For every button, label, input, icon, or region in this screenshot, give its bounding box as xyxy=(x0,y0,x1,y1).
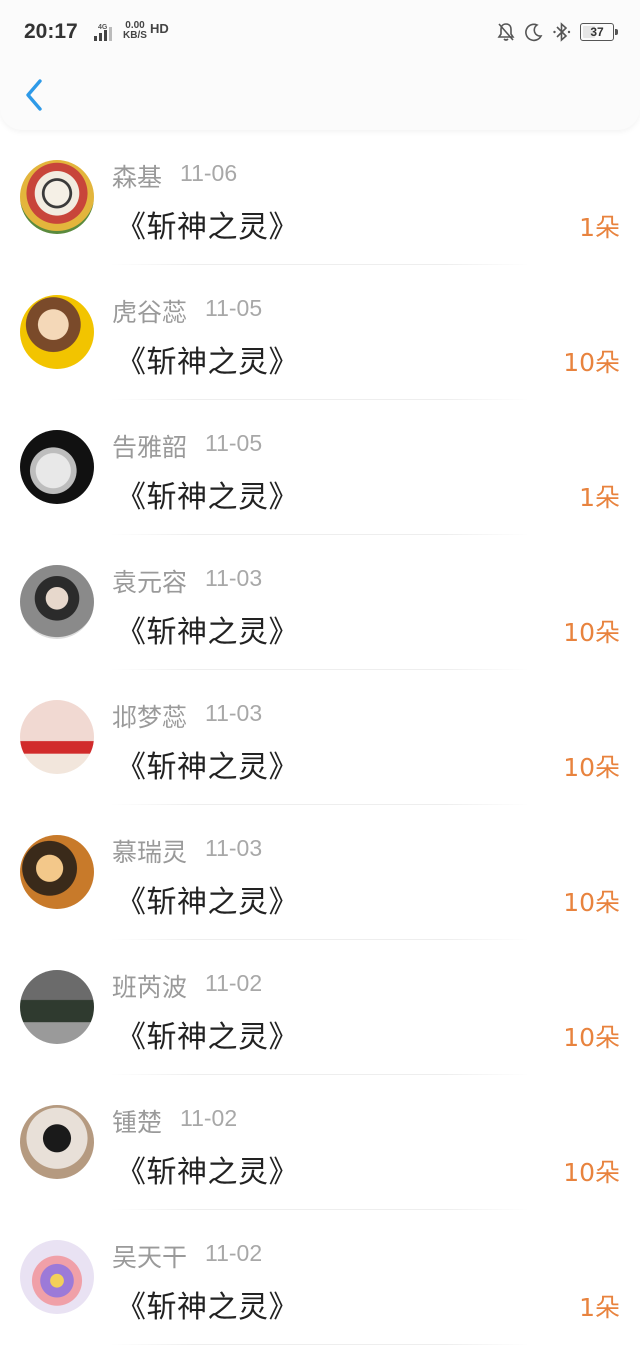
network-type: 4G xyxy=(98,24,108,31)
divider xyxy=(110,1344,530,1345)
back-button[interactable] xyxy=(20,76,50,114)
bluetooth-icon xyxy=(553,22,571,42)
gift-row[interactable]: 班芮波 11-02 《斩神之灵》 10朵 xyxy=(0,940,640,1075)
sender-name: 吴天干 xyxy=(112,1243,188,1272)
net-speed-unit: KB/S xyxy=(123,30,147,41)
sender-name: 虎谷蕊 xyxy=(112,298,188,327)
book-title: 《斩神之灵》 xyxy=(116,1020,299,1055)
gift-amount: 10朵 xyxy=(563,618,620,647)
gift-amount: 10朵 xyxy=(563,1023,620,1052)
gift-row[interactable]: 邶梦蕊 11-03 《斩神之灵》 10朵 xyxy=(0,670,640,805)
book-title: 《斩神之灵》 xyxy=(116,210,299,245)
gift-row[interactable]: 吴天干 11-02 《斩神之灵》 1朵 xyxy=(0,1210,640,1345)
gift-row[interactable]: 虎谷蕊 11-05 《斩神之灵》 10朵 xyxy=(0,265,640,400)
chevron-left-icon xyxy=(26,79,42,111)
avatar[interactable] xyxy=(20,160,94,234)
book-title: 《斩神之灵》 xyxy=(116,615,299,650)
sender-name: 班芮波 xyxy=(112,973,188,1002)
gift-row[interactable]: 慕瑞灵 11-03 《斩神之灵》 10朵 xyxy=(0,805,640,940)
battery-icon: 37 xyxy=(580,23,618,41)
gift-date: 11-05 xyxy=(205,295,263,321)
gift-row[interactable]: 袁元容 11-03 《斩神之灵》 10朵 xyxy=(0,535,640,670)
avatar[interactable] xyxy=(20,970,94,1044)
gift-amount: 10朵 xyxy=(563,888,620,917)
avatar[interactable] xyxy=(20,430,94,504)
gift-amount: 10朵 xyxy=(563,753,620,782)
gift-amount: 1朵 xyxy=(579,1293,620,1322)
signal-icon: 4G xyxy=(94,24,112,41)
book-title: 《斩神之灵》 xyxy=(116,480,299,515)
gift-amount: 1朵 xyxy=(579,483,620,512)
gift-date: 11-02 xyxy=(180,1105,238,1131)
sender-name: 慕瑞灵 xyxy=(112,838,188,867)
gift-amount: 10朵 xyxy=(563,1158,620,1187)
sender-name: 锺楚 xyxy=(112,1108,163,1137)
book-title: 《斩神之灵》 xyxy=(116,885,299,920)
avatar[interactable] xyxy=(20,835,94,909)
avatar[interactable] xyxy=(20,565,94,639)
status-icons: 37 xyxy=(496,20,618,44)
gift-row[interactable]: 告雅韶 11-05 《斩神之灵》 1朵 xyxy=(0,400,640,535)
avatar[interactable] xyxy=(20,1105,94,1179)
app-header: 20:17 4G 0.00 KB/S HD 37 xyxy=(0,0,640,130)
battery-level: 37 xyxy=(590,25,604,39)
hd-icon: HD xyxy=(150,21,169,36)
avatar[interactable] xyxy=(20,1240,94,1314)
sender-name: 袁元容 xyxy=(112,568,188,597)
sender-name: 森基 xyxy=(112,163,163,192)
status-bar: 20:17 4G 0.00 KB/S HD 37 xyxy=(0,0,640,64)
gift-row[interactable]: 锺楚 11-02 《斩神之灵》 10朵 xyxy=(0,1075,640,1210)
status-time: 20:17 xyxy=(24,20,78,43)
gift-row[interactable]: 森基 11-06 《斩神之灵》 1朵 xyxy=(0,130,640,265)
gift-date: 11-03 xyxy=(205,835,263,861)
avatar[interactable] xyxy=(20,295,94,369)
book-title: 《斩神之灵》 xyxy=(116,750,299,785)
gift-date: 11-05 xyxy=(205,430,263,456)
sender-name: 邶梦蕊 xyxy=(112,703,188,732)
gift-date: 11-03 xyxy=(205,565,263,591)
book-title: 《斩神之灵》 xyxy=(116,1290,299,1325)
sender-name: 告雅韶 xyxy=(112,433,188,462)
book-title: 《斩神之灵》 xyxy=(116,1155,299,1190)
gift-list: 森基 11-06 《斩神之灵》 1朵 虎谷蕊 11-05 《斩神之灵》 10朵 告雅韶 11-05… xyxy=(0,130,640,1345)
moon-icon xyxy=(525,23,543,42)
gift-date: 11-02 xyxy=(205,970,263,996)
net-speed: 0.00 KB/S xyxy=(120,21,150,41)
gift-date: 11-06 xyxy=(180,160,238,186)
gift-amount: 10朵 xyxy=(563,348,620,377)
mute-bell-icon xyxy=(497,23,515,41)
gift-date: 11-03 xyxy=(205,700,263,726)
avatar[interactable] xyxy=(20,700,94,774)
gift-amount: 1朵 xyxy=(579,213,620,242)
gift-date: 11-02 xyxy=(205,1240,263,1266)
book-title: 《斩神之灵》 xyxy=(116,345,299,380)
